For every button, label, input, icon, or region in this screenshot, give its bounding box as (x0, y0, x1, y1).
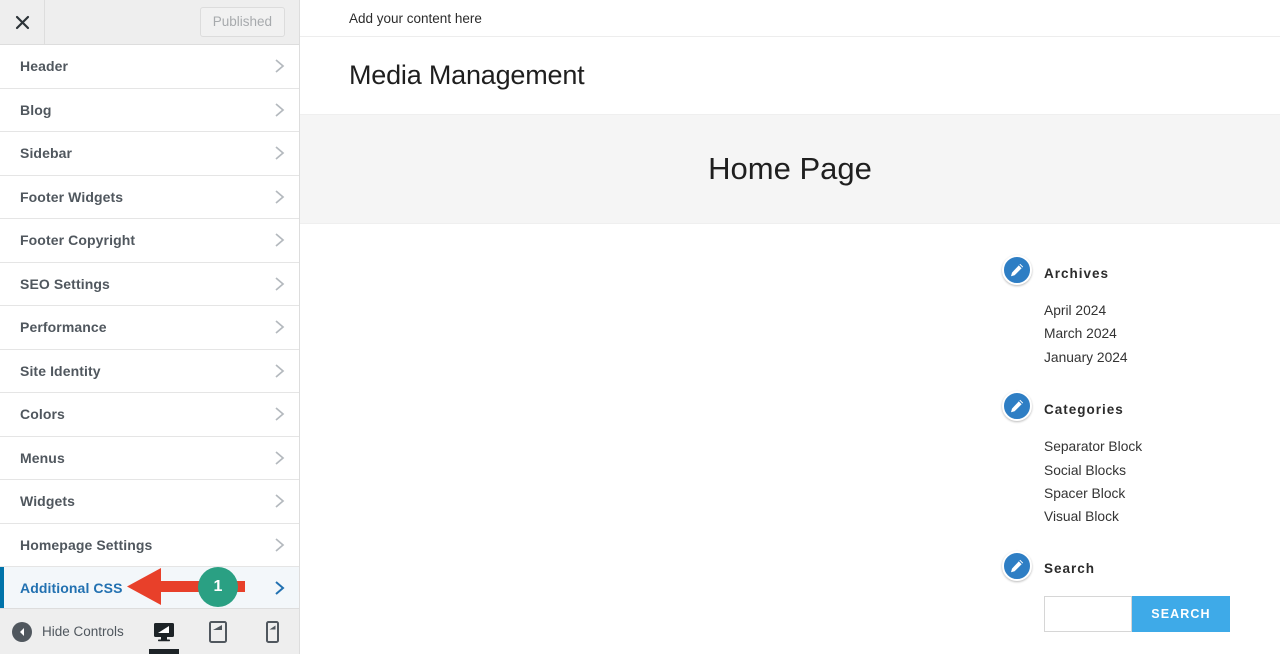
hide-controls-label: Hide Controls (42, 624, 124, 639)
widget-item-list: Separator Block Social Blocks Spacer Blo… (1044, 435, 1280, 529)
chevron-right-icon (274, 319, 285, 335)
preview-topbar: Add your content here (300, 0, 1280, 37)
chevron-right-icon (274, 145, 285, 161)
widget-item-list: April 2024 March 2024 January 2024 (1044, 299, 1280, 369)
chevron-right-icon (274, 580, 285, 596)
search-form: SEARCH (1044, 595, 1280, 632)
sidebar-item-footer-widgets[interactable]: Footer Widgets (0, 175, 299, 219)
device-preview-switcher (147, 609, 289, 654)
sidebar-item-label: Additional CSS (20, 580, 123, 597)
chevron-right-icon (274, 276, 285, 292)
list-item[interactable]: Social Blocks (1044, 459, 1280, 482)
sidebar-item-label: Blog (20, 101, 52, 118)
customizer-footer: Hide Controls (0, 608, 299, 654)
sidebar-item-seo-settings[interactable]: SEO Settings (0, 262, 299, 306)
sidebar-item-performance[interactable]: Performance (0, 306, 299, 350)
widget-archives: Archives April 2024 March 2024 January 2… (1002, 255, 1280, 369)
pencil-edit-icon[interactable] (1002, 391, 1032, 422)
customizer-header: Published (0, 0, 299, 45)
chevron-right-icon (274, 537, 285, 553)
customizer-panel-list: Header Blog Sidebar Footer Widgets Foote… (0, 45, 299, 608)
list-item[interactable]: Visual Block (1044, 505, 1280, 528)
sidebar-item-site-identity[interactable]: Site Identity (0, 349, 299, 393)
hide-controls-button[interactable]: Hide Controls (12, 621, 124, 642)
widget-title: Search (1044, 561, 1096, 577)
page-title: Media Management (349, 60, 585, 90)
sidebar-item-label: Homepage Settings (20, 536, 153, 553)
chevron-right-icon (274, 189, 285, 205)
search-input[interactable] (1044, 595, 1132, 632)
hero-heading: Home Page (708, 151, 872, 186)
preview-hero-banner: Home Page (300, 114, 1280, 224)
search-submit-button[interactable]: SEARCH (1132, 595, 1230, 632)
publish-button[interactable]: Published (199, 7, 285, 37)
chevron-right-icon (274, 363, 285, 379)
sidebar-item-colors[interactable]: Colors (0, 393, 299, 437)
preview-content-body: Archives April 2024 March 2024 January 2… (300, 224, 1280, 652)
sidebar-item-label: Menus (20, 449, 65, 466)
sidebar-item-label: Site Identity (20, 362, 101, 379)
tablet-icon[interactable] (201, 610, 235, 654)
widget-title: Categories (1044, 401, 1124, 417)
collapse-left-icon (12, 621, 32, 642)
list-item[interactable]: March 2024 (1044, 322, 1280, 345)
sidebar-item-widgets[interactable]: Widgets (0, 480, 299, 524)
sidebar-item-footer-copyright[interactable]: Footer Copyright (0, 219, 299, 263)
sidebar-item-label: Sidebar (20, 145, 73, 162)
desktop-icon[interactable] (147, 610, 181, 654)
customizer-sidebar: Published Header Blog Sidebar Footer Wid… (0, 0, 300, 654)
widget-header: Categories (1044, 397, 1280, 421)
widget-search: Search SEARCH (1002, 550, 1280, 632)
chevron-right-icon (274, 58, 285, 74)
widget-header: Search (1044, 557, 1280, 581)
pencil-edit-icon[interactable] (1002, 255, 1032, 285)
widget-categories: Categories Separator Block Social Blocks… (1002, 391, 1280, 529)
chevron-right-icon (274, 232, 285, 248)
sidebar-item-blog[interactable]: Blog (0, 88, 299, 132)
widget-title: Archives (1044, 265, 1110, 281)
site-preview-pane: Add your content here Media Management H… (300, 0, 1280, 654)
sidebar-item-additional-css[interactable]: Additional CSS (0, 567, 299, 608)
list-item[interactable]: Spacer Block (1044, 482, 1280, 505)
sidebar-item-label: Widgets (20, 493, 76, 510)
sidebar-item-label: SEO Settings (20, 275, 110, 292)
sidebar-item-sidebar[interactable]: Sidebar (0, 132, 299, 176)
close-icon[interactable] (0, 0, 45, 44)
list-item[interactable]: Separator Block (1044, 435, 1280, 458)
sidebar-item-homepage-settings[interactable]: Homepage Settings (0, 523, 299, 567)
sidebar-item-header[interactable]: Header (0, 45, 299, 89)
sidebar-item-label: Footer Copyright (20, 232, 136, 249)
chevron-right-icon (274, 406, 285, 422)
chevron-right-icon (274, 102, 285, 118)
preview-site-title-wrap: Media Management (300, 37, 1280, 114)
customizer-screen: Published Header Blog Sidebar Footer Wid… (0, 0, 1280, 654)
chevron-right-icon (274, 493, 285, 509)
pencil-edit-icon[interactable] (1002, 550, 1032, 581)
list-item[interactable]: April 2024 (1044, 299, 1280, 322)
sidebar-item-label: Colors (20, 406, 65, 423)
mobile-icon[interactable] (255, 610, 289, 654)
chevron-right-icon (274, 450, 285, 466)
widget-header: Archives (1044, 261, 1280, 285)
list-item[interactable]: January 2024 (1044, 346, 1280, 369)
sidebar-item-label: Footer Widgets (20, 188, 124, 205)
sidebar-item-label: Header (20, 58, 69, 75)
sidebar-item-menus[interactable]: Menus (0, 436, 299, 480)
preview-topbar-text: Add your content here (349, 10, 482, 26)
preview-widget-column: Archives April 2024 March 2024 January 2… (1002, 255, 1280, 654)
sidebar-item-label: Performance (20, 319, 107, 336)
